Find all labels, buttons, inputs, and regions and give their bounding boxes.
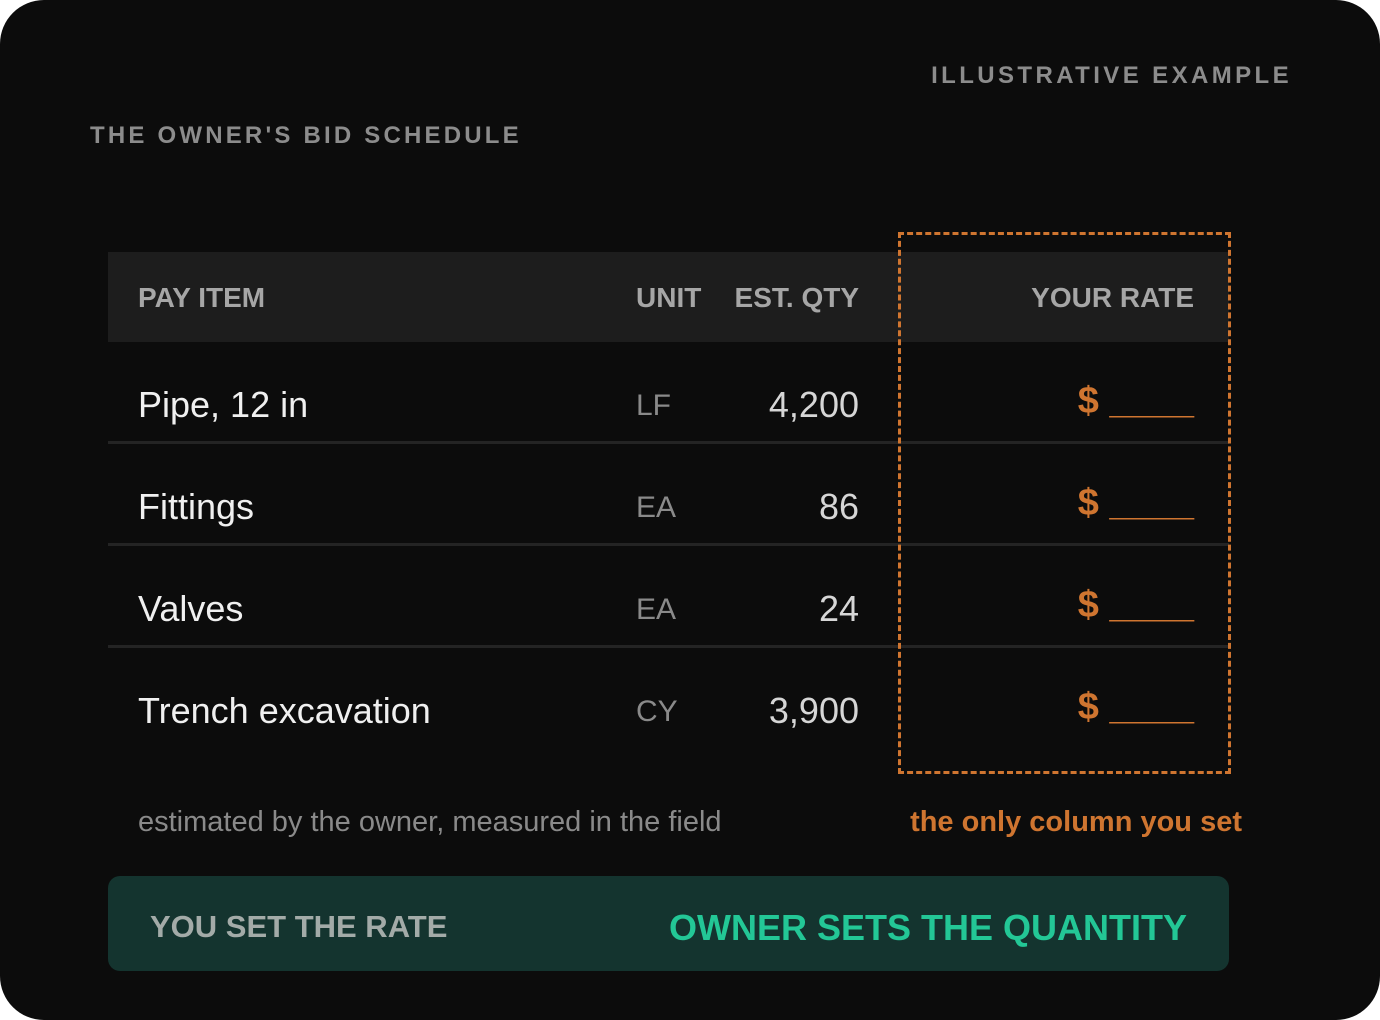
- unit-cell: LF: [636, 389, 672, 422]
- column-header-pay-item: PAY ITEM: [138, 282, 266, 313]
- banner-you-set-rate: YOU SET THE RATE: [150, 909, 448, 944]
- page-title: THE OWNER'S BID SCHEDULE: [90, 122, 522, 149]
- summary-banner: YOU SET THE RATE OWNER SETS THE QUANTITY: [108, 876, 1229, 971]
- quantity-footnote: estimated by the owner, measured in the …: [138, 806, 722, 838]
- unit-cell: EA: [636, 491, 677, 524]
- pay-item-cell: Pipe, 12 in: [138, 384, 309, 425]
- est-qty-cell: 3,900: [768, 690, 859, 731]
- unit-cell: CY: [636, 695, 678, 728]
- unit-cell: EA: [636, 593, 677, 626]
- rate-column-highlight: [898, 232, 1231, 774]
- rate-column-footnote: the only column you set: [910, 806, 1242, 838]
- pay-item-cell: Valves: [138, 588, 244, 629]
- column-header-unit: UNIT: [636, 282, 702, 313]
- est-qty-cell: 24: [818, 588, 859, 629]
- column-header-est-qty: EST. QTY: [734, 282, 859, 313]
- illustrative-example-label: ILLUSTRATIVE EXAMPLE: [931, 62, 1292, 89]
- est-qty-cell: 4,200: [768, 384, 859, 425]
- pay-item-cell: Fittings: [138, 486, 255, 527]
- bid-schedule-card: ILLUSTRATIVE EXAMPLE THE OWNER'S BID SCH…: [0, 0, 1380, 1020]
- banner-owner-sets-quantity: OWNER SETS THE QUANTITY: [668, 907, 1187, 948]
- pay-item-cell: Trench excavation: [138, 690, 431, 731]
- est-qty-cell: 86: [818, 486, 859, 527]
